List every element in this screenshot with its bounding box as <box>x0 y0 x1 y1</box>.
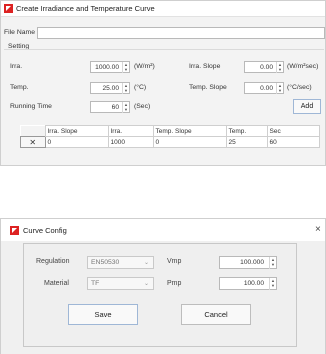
window-title: Create Irradiance and Temperature Curve <box>16 4 155 13</box>
irra-value: 1000.00 <box>95 64 119 71</box>
spin-updown-icon[interactable]: ▲ ▼ <box>269 257 276 269</box>
temp-stepper[interactable]: 25.00 ▲ ▼ <box>90 82 130 94</box>
material-select[interactable]: TF ⌄ <box>87 277 154 290</box>
table-cell: 60 <box>266 136 320 148</box>
pmp-stepper[interactable]: 100.00 ▲ ▼ <box>219 277 277 290</box>
irra-slope-value: 0.00 <box>260 64 273 71</box>
spin-updown-icon[interactable]: ▲ ▼ <box>276 62 283 73</box>
table-cell: 25 <box>225 136 268 148</box>
table-row: ✕ 0 1000 0 25 60 <box>20 136 320 148</box>
table-header-cell: Sec <box>266 125 320 137</box>
save-button[interactable]: Save <box>68 304 138 325</box>
file-name-label: File Name <box>4 29 35 36</box>
file-name-input[interactable] <box>37 27 325 39</box>
temp-label: Temp. <box>10 84 29 91</box>
irra-unit: (W/m²) <box>134 63 155 70</box>
title-bar: Curve Config × <box>1 219 325 241</box>
table-header-cell: Irra. <box>107 125 154 137</box>
temp-slope-stepper[interactable]: 0.00 ▲ ▼ <box>244 82 284 94</box>
temp-slope-label: Temp. Slope <box>189 84 227 91</box>
temp-unit: (°C) <box>134 84 147 91</box>
temp-slope-value: 0.00 <box>260 85 273 92</box>
chevron-down-icon: ⌄ <box>144 281 150 287</box>
close-icon[interactable]: × <box>315 224 321 235</box>
spin-updown-icon[interactable]: ▲ ▼ <box>269 278 276 290</box>
regulation-select[interactable]: EN50530 ⌄ <box>87 256 154 269</box>
running-time-stepper[interactable]: 60 ▲ ▼ <box>90 101 130 113</box>
vmp-value: 100.000 <box>240 259 264 266</box>
running-time-unit: (Sec) <box>134 103 151 110</box>
curve-config-dialog: Curve Config × Regulation EN50530 ⌄ Mate… <box>0 218 326 354</box>
vmp-stepper[interactable]: 100.000 ▲ ▼ <box>219 256 277 269</box>
app-icon <box>10 226 19 235</box>
app-icon <box>4 4 13 13</box>
irra-slope-unit: (W/m²sec) <box>287 63 319 70</box>
irra-slope-label: Irra. Slope <box>189 63 221 70</box>
add-button[interactable]: Add <box>293 99 321 114</box>
cancel-button[interactable]: Cancel <box>181 304 251 325</box>
spin-updown-icon[interactable]: ▲ ▼ <box>122 62 129 73</box>
irra-stepper[interactable]: 1000.00 ▲ ▼ <box>90 61 130 73</box>
title-bar: Create Irradiance and Temperature Curve <box>1 1 325 17</box>
chevron-down-icon: ⌄ <box>144 260 150 266</box>
table-header-cell: Temp. Slope <box>152 125 227 137</box>
window-title: Curve Config <box>23 226 67 235</box>
spin-updown-icon[interactable]: ▲ ▼ <box>122 83 129 94</box>
vmp-label: Vmp <box>167 258 182 265</box>
regulation-label: Regulation <box>36 258 70 265</box>
irra-slope-stepper[interactable]: 0.00 ▲ ▼ <box>244 61 284 73</box>
table-header-cell: Irra. Slope <box>44 125 109 137</box>
pmp-label: Pmp <box>167 280 182 287</box>
regulation-value: EN50530 <box>91 259 120 266</box>
setting-divider <box>4 49 324 50</box>
table-cell: 0 <box>152 136 227 148</box>
config-panel: Regulation EN50530 ⌄ Material TF ⌄ Vmp 1… <box>23 243 297 347</box>
temp-slope-unit: (°C/sec) <box>287 84 312 91</box>
delete-x-icon[interactable]: ✕ <box>20 136 46 148</box>
material-value: TF <box>91 280 100 287</box>
irra-label: Irra. <box>10 63 23 70</box>
spin-updown-icon[interactable]: ▲ ▼ <box>122 102 129 113</box>
material-label: Material <box>44 280 69 287</box>
table-cell: 1000 <box>107 136 154 148</box>
table-header-cell <box>20 125 45 137</box>
spin-updown-icon[interactable]: ▲ ▼ <box>276 83 283 94</box>
temp-value: 25.00 <box>102 85 119 92</box>
table-header-row: Irra. Slope Irra. Temp. Slope Temp. Sec <box>20 125 320 137</box>
table-header-cell: Temp. <box>225 125 268 137</box>
running-time-label: Running Time <box>10 103 52 110</box>
pmp-value: 100.00 <box>243 280 264 287</box>
running-time-value: 60 <box>111 104 119 111</box>
table-cell: 0 <box>44 136 109 148</box>
curve-table: Irra. Slope Irra. Temp. Slope Temp. Sec … <box>20 125 320 148</box>
irradiance-temperature-dialog: Create Irradiance and Temperature Curve … <box>0 0 326 166</box>
